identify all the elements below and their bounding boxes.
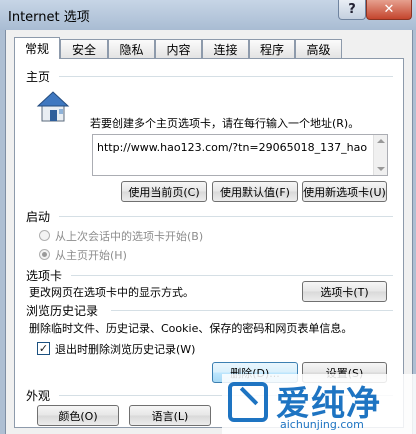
use-current-button[interactable]: 使用当前页(C) <box>121 181 207 202</box>
watermark: 爱纯净 aichunjing.com <box>222 374 416 434</box>
history-divider <box>111 310 393 311</box>
scroll-up-icon[interactable] <box>377 139 385 143</box>
startup-divider <box>59 216 393 217</box>
appearance-section-title: 外观 <box>26 389 51 403</box>
languages-button[interactable]: 语言(L) <box>129 405 211 426</box>
homepage-instruction: 若要创建多个主页选项卡，请在每行输入一个地址(R)。 <box>90 117 360 130</box>
use-default-button[interactable]: 使用默认值(F) <box>212 181 298 202</box>
delete-on-exit-checkbox[interactable]: ✓ <box>37 342 50 355</box>
tab-content[interactable]: 内容 <box>155 39 202 58</box>
tab-advanced[interactable]: 高级 <box>295 39 342 58</box>
scroll-down-icon[interactable] <box>377 167 385 171</box>
radio-last-session-label: 从上次会话中的选项卡开始(B) <box>55 230 204 243</box>
radio-homepage-label: 从主页开始(H) <box>55 249 127 262</box>
tabs-description: 更改网页在选项卡中的显示方式。 <box>29 286 194 299</box>
general-tab-panel: 主页 若要创建多个主页选项卡，请在每行输入一个地址(R)。 http://www… <box>14 58 404 428</box>
watermark-url: aichunjing.com <box>280 418 364 431</box>
history-description: 删除临时文件、历史记录、Cookie、保存的密码和网页表单信息。 <box>29 322 353 335</box>
delete-on-exit-label: 退出时删除浏览历史记录(W) <box>55 343 196 356</box>
radio-last-session[interactable] <box>39 230 50 241</box>
tab-programs[interactable]: 程序 <box>249 39 295 58</box>
use-new-tab-button[interactable]: 使用新选项卡(U) <box>302 181 387 202</box>
brand-logo-icon <box>228 382 268 422</box>
tabs-section-title: 选项卡 <box>26 269 63 283</box>
close-button[interactable]: ✕ <box>366 0 412 20</box>
url-scrollbar[interactable] <box>373 135 387 175</box>
startup-section-title: 启动 <box>26 210 51 224</box>
radio-homepage[interactable] <box>39 249 50 260</box>
help-button[interactable]: ? <box>338 0 366 20</box>
window-title: Internet 选项 <box>8 10 90 25</box>
title-bar: Internet 选项 ? ✕ <box>0 0 416 30</box>
tab-general[interactable]: 常规 <box>14 37 60 59</box>
tabs-settings-button[interactable]: 选项卡(T) <box>302 281 387 302</box>
homepage-divider <box>59 76 393 77</box>
colors-button[interactable]: 颜色(O) <box>37 405 119 426</box>
homepage-section-title: 主页 <box>26 70 51 84</box>
house-icon <box>35 87 73 125</box>
history-section-title: 浏览历史记录 <box>26 304 99 318</box>
tab-connections[interactable]: 连接 <box>202 39 249 58</box>
homepage-url-box[interactable]: http://www.hao123.com/?tn=29065018_137_h… <box>92 134 388 176</box>
tabs-divider <box>71 275 393 276</box>
tab-privacy[interactable]: 隐私 <box>108 39 155 58</box>
tab-security[interactable]: 安全 <box>60 39 108 58</box>
homepage-url-text: http://www.hao123.com/?tn=29065018_137_h… <box>97 141 368 154</box>
